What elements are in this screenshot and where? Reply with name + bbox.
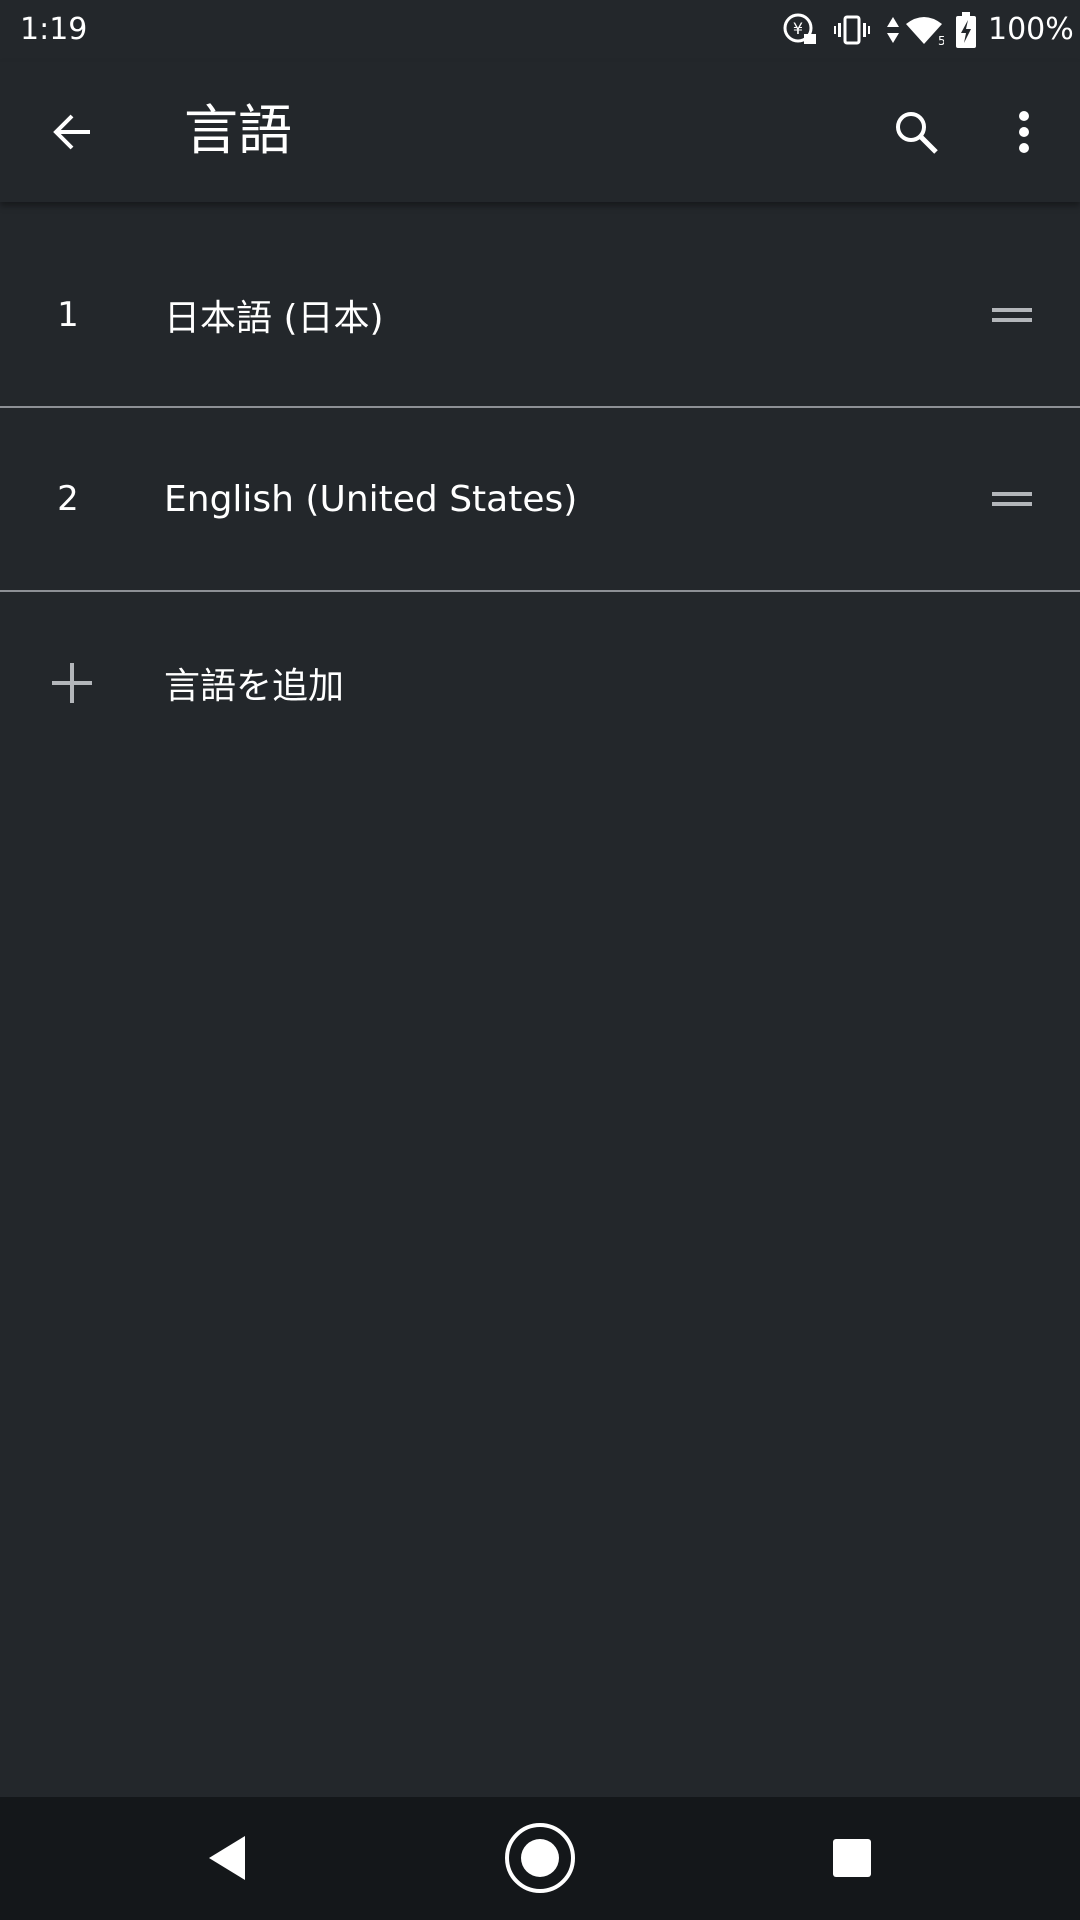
arrow-back-icon (53, 114, 90, 150)
language-label: 日本語 (日本) (164, 298, 384, 339)
drag-handle-icon[interactable] (980, 283, 1044, 347)
language-item[interactable]: 2 English (United States) (0, 408, 1080, 592)
search-icon (896, 112, 938, 154)
navigation-bar (0, 1797, 1080, 1920)
app-bar: 言語 (0, 62, 1080, 202)
battery-charging-icon (954, 10, 978, 50)
svg-text:5: 5 (938, 34, 944, 46)
add-language-button[interactable]: 言語を追加 (0, 592, 1080, 774)
nav-home-icon (505, 1823, 575, 1893)
language-label: English (United States) (164, 478, 578, 520)
vibrate-icon (832, 10, 872, 50)
language-item[interactable]: 1 日本語 (日本) (0, 224, 1080, 408)
search-button[interactable] (868, 84, 964, 180)
nav-recents-button[interactable] (807, 1813, 897, 1903)
status-time: 1:19 (20, 12, 88, 47)
nav-home-button[interactable] (495, 1813, 585, 1903)
plus-icon (44, 651, 100, 715)
page-title: 言語 (184, 99, 292, 162)
more-vert-icon (1019, 111, 1029, 153)
back-button[interactable] (24, 84, 120, 180)
nav-back-button[interactable] (182, 1813, 272, 1903)
nav-back-icon (209, 1836, 245, 1880)
language-order: 2 (57, 479, 79, 519)
add-language-label: 言語を追加 (164, 666, 345, 707)
more-options-button[interactable] (976, 84, 1072, 180)
battery-percent: 100% (988, 12, 1074, 47)
data-saver-icon: ¥ (780, 10, 820, 50)
language-order: 1 (57, 295, 79, 335)
wifi-icon: 5 (904, 10, 944, 50)
data-transfer-icon (884, 10, 902, 50)
drag-handle-icon[interactable] (980, 467, 1044, 531)
status-bar: 1:19 ¥ 5 100% (0, 0, 1080, 62)
svg-text:¥: ¥ (793, 19, 803, 38)
nav-recents-icon (833, 1839, 871, 1877)
